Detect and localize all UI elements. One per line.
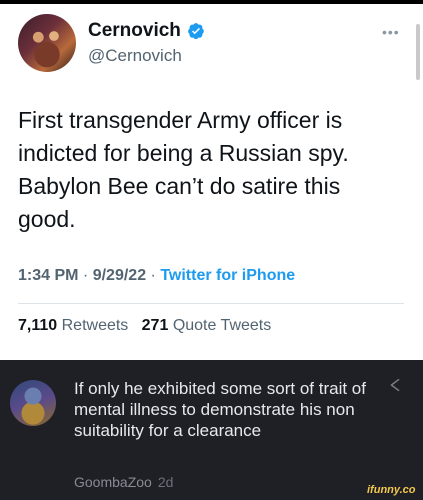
- meta-separator: ·: [150, 267, 161, 284]
- divider: [18, 303, 404, 304]
- author-row: Cernovich: [88, 20, 205, 42]
- tweet-time[interactable]: 1:34 PM: [18, 267, 78, 284]
- commenter-username[interactable]: GoombaZoo: [74, 474, 152, 490]
- meta-separator: ·: [82, 267, 93, 284]
- quotes-stat[interactable]: 271 Quote Tweets: [142, 317, 272, 334]
- comment-card: If only he exhibited some sort of trait …: [0, 360, 423, 500]
- tweet-stats: 7,110 Retweets 271 Quote Tweets: [18, 317, 271, 335]
- more-icon[interactable]: •••: [382, 24, 400, 40]
- tweet-source[interactable]: Twitter for iPhone: [160, 267, 295, 284]
- verified-icon: [188, 23, 204, 40]
- share-icon[interactable]: [386, 376, 404, 394]
- ifunny-watermark: ifunny.co: [367, 484, 416, 496]
- commenter-avatar[interactable]: [10, 380, 56, 426]
- retweets-count: 7,110: [18, 317, 58, 334]
- display-name[interactable]: Cernovich: [88, 20, 181, 42]
- comment-text: If only he exhibited some sort of trait …: [74, 379, 366, 440]
- retweets-label: Retweets: [61, 317, 129, 334]
- handle[interactable]: @Cernovich: [88, 46, 182, 66]
- avatar[interactable]: [18, 14, 76, 72]
- scrollbar[interactable]: [416, 24, 420, 80]
- tweet-date[interactable]: 9/29/22: [93, 267, 146, 284]
- comment-age: 2d: [157, 474, 174, 490]
- comment-meta: GoombaZoo 2d: [74, 474, 173, 490]
- tweet-meta: 1:34 PM · 9/29/22 · Twitter for iPhone: [18, 267, 295, 285]
- quotes-count: 271: [141, 317, 169, 334]
- quotes-label: Quote Tweets: [172, 317, 272, 334]
- tweet-card: Cernovich @Cernovich ••• First transgend…: [0, 4, 423, 360]
- retweets-stat[interactable]: 7,110 Retweets: [18, 317, 128, 334]
- tweet-text: First transgender Army officer is indict…: [18, 107, 349, 232]
